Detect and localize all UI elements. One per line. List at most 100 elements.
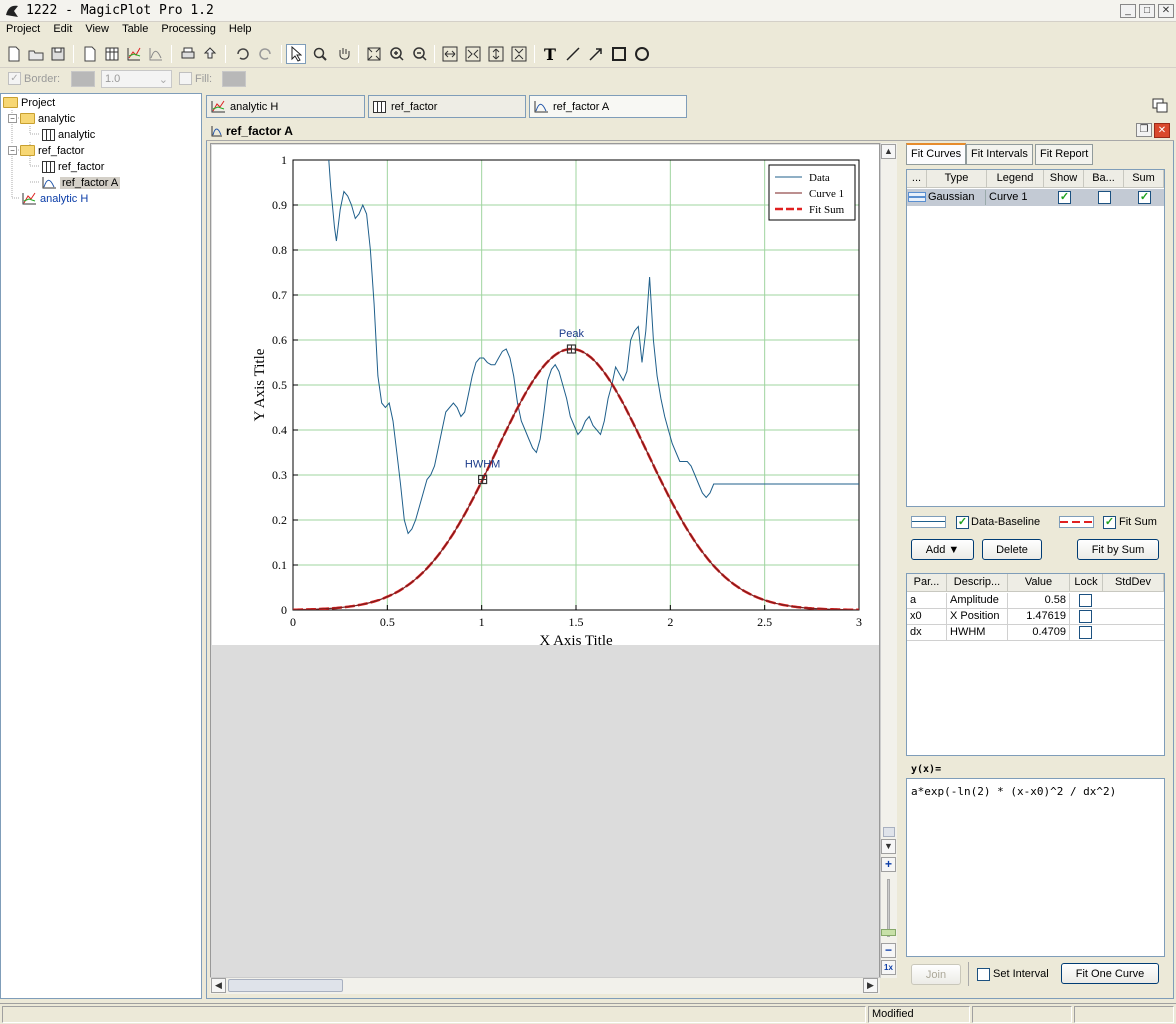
col-header-type[interactable]: Type bbox=[927, 170, 987, 188]
new-document-icon[interactable] bbox=[80, 44, 100, 64]
scroll-thumb[interactable] bbox=[883, 827, 895, 837]
curve-sum-checkbox[interactable]: ✓ bbox=[1138, 191, 1151, 204]
tree-item-analytic-h[interactable]: analytic H bbox=[22, 191, 88, 206]
tree-item-ref-factor-folder[interactable]: − ref_factor bbox=[8, 143, 84, 158]
vertical-scrollbar[interactable]: ▲ ▼ + − 1x bbox=[880, 143, 897, 978]
pointer-tool-icon[interactable] bbox=[286, 44, 306, 64]
border-width-select[interactable]: 1.0 ⌄ bbox=[101, 70, 172, 88]
param-value[interactable]: 0.58 bbox=[1008, 593, 1070, 608]
param-col-header-name[interactable]: Par... bbox=[907, 574, 947, 592]
param-col-header-description[interactable]: Descrip... bbox=[947, 574, 1008, 592]
tree-item-analytic-folder[interactable]: − analytic bbox=[8, 111, 75, 126]
print-icon[interactable] bbox=[178, 44, 198, 64]
menu-edit[interactable]: Edit bbox=[49, 22, 76, 36]
tree-root-project[interactable]: Project bbox=[3, 95, 55, 110]
tree-item-ref-factor-a[interactable]: ref_factor A bbox=[42, 175, 121, 190]
fit-sum-swatch[interactable] bbox=[1059, 516, 1094, 528]
zoom-slider-thumb[interactable] bbox=[881, 929, 896, 936]
delete-curve-button[interactable]: Delete bbox=[982, 539, 1042, 560]
new-fit-plot-icon[interactable] bbox=[146, 44, 166, 64]
expand-vertical-icon[interactable] bbox=[486, 44, 506, 64]
rectangle-tool-icon[interactable] bbox=[609, 44, 629, 64]
pan-hand-icon[interactable] bbox=[334, 44, 354, 64]
fit-chart[interactable]: 0 0.5 1 1.5 2 2.5 3 0 0.1 0.2 0.3 0.4 0.5 0.6 0.7 0.8 0.… bbox=[212, 145, 879, 645]
curve-row[interactable]: Gaussian Curve 1 ✓ ✓ bbox=[907, 189, 1164, 206]
param-lock-checkbox[interactable] bbox=[1079, 626, 1092, 639]
data-baseline-checkbox[interactable]: ✓ bbox=[956, 516, 969, 529]
tab-fit-report[interactable]: Fit Report bbox=[1035, 144, 1094, 165]
formula-editor[interactable]: a*exp(-ln(2) * (x-x0)^2 / dx^2) bbox=[906, 778, 1165, 957]
doc-tab-analytic-h[interactable]: analytic H bbox=[206, 95, 365, 118]
arrow-tool-icon[interactable] bbox=[586, 44, 606, 64]
scroll-left-icon[interactable]: ◀ bbox=[211, 978, 226, 993]
param-row[interactable]: dx HWHM 0.4709 bbox=[907, 625, 1164, 641]
scroll-up-icon[interactable]: ▲ bbox=[881, 144, 896, 159]
collapse-icon[interactable]: − bbox=[8, 146, 17, 155]
restore-inner-button[interactable]: ❐ bbox=[1136, 123, 1152, 137]
border-checkbox[interactable]: ✓ bbox=[8, 72, 21, 85]
menu-project[interactable]: Project bbox=[2, 22, 44, 36]
save-icon[interactable] bbox=[48, 44, 68, 64]
redo-icon[interactable] bbox=[256, 44, 276, 64]
tree-item-ref-factor-table[interactable]: ref_factor bbox=[42, 159, 104, 174]
text-tool-icon[interactable]: T bbox=[540, 44, 560, 64]
close-button[interactable]: ✕ bbox=[1158, 4, 1174, 18]
new-project-icon[interactable] bbox=[4, 44, 24, 64]
tree-item-analytic-table[interactable]: analytic bbox=[42, 127, 95, 142]
collapse-icon[interactable]: − bbox=[8, 114, 17, 123]
menu-view[interactable]: View bbox=[81, 22, 113, 36]
shrink-vertical-icon[interactable] bbox=[509, 44, 529, 64]
col-header[interactable]: ... bbox=[907, 170, 927, 188]
col-header-baseline[interactable]: Ba... bbox=[1084, 170, 1124, 188]
window-list-icon[interactable] bbox=[1152, 98, 1169, 114]
expand-horizontal-icon[interactable] bbox=[440, 44, 460, 64]
maximize-button[interactable]: □ bbox=[1139, 4, 1155, 18]
open-icon[interactable] bbox=[26, 44, 46, 64]
menu-processing[interactable]: Processing bbox=[157, 22, 219, 36]
zoom-out-icon[interactable] bbox=[410, 44, 430, 64]
param-col-header-lock[interactable]: Lock bbox=[1070, 574, 1103, 592]
param-value[interactable]: 1.47619 bbox=[1008, 609, 1070, 624]
join-button[interactable]: Join bbox=[911, 964, 961, 985]
menu-help[interactable]: Help bbox=[225, 22, 256, 36]
scroll-down-icon[interactable]: ▼ bbox=[881, 839, 896, 854]
param-row[interactable]: x0 X Position 1.47619 bbox=[907, 609, 1164, 625]
export-icon[interactable] bbox=[200, 44, 220, 64]
param-value[interactable]: 0.4709 bbox=[1008, 625, 1070, 640]
fit-by-sum-button[interactable]: Fit by Sum bbox=[1077, 539, 1159, 560]
menu-table[interactable]: Table bbox=[118, 22, 152, 36]
hscroll-thumb[interactable] bbox=[228, 979, 343, 992]
new-plot-icon[interactable] bbox=[124, 44, 144, 64]
doc-tab-ref-factor-a[interactable]: ref_factor A bbox=[529, 95, 687, 118]
new-table-icon[interactable] bbox=[102, 44, 122, 64]
col-header-legend[interactable]: Legend bbox=[987, 170, 1044, 188]
set-interval-checkbox[interactable] bbox=[977, 968, 990, 981]
line-tool-icon[interactable] bbox=[563, 44, 583, 64]
tab-fit-intervals[interactable]: Fit Intervals bbox=[966, 144, 1033, 165]
fit-one-curve-button[interactable]: Fit One Curve bbox=[1061, 963, 1159, 984]
param-row[interactable]: a Amplitude 0.58 bbox=[907, 593, 1164, 609]
doc-tab-ref-factor[interactable]: ref_factor bbox=[368, 95, 526, 118]
zoom-in-plus-icon[interactable]: + bbox=[881, 857, 896, 872]
col-header-sum[interactable]: Sum bbox=[1124, 170, 1164, 188]
curve-show-checkbox[interactable]: ✓ bbox=[1058, 191, 1071, 204]
scroll-right-icon[interactable]: ▶ bbox=[863, 978, 878, 993]
param-col-header-stddev[interactable]: StdDev bbox=[1103, 574, 1164, 592]
shrink-horizontal-icon[interactable] bbox=[463, 44, 483, 64]
param-col-header-value[interactable]: Value bbox=[1008, 574, 1070, 592]
zoom-1x-icon[interactable]: 1x bbox=[881, 960, 896, 975]
param-lock-checkbox[interactable] bbox=[1079, 610, 1092, 623]
zoom-region-icon[interactable] bbox=[310, 44, 330, 64]
fill-color-swatch[interactable] bbox=[222, 71, 246, 87]
zoom-in-icon[interactable] bbox=[387, 44, 407, 64]
horizontal-scrollbar[interactable]: ◀ ▶ bbox=[210, 977, 880, 994]
undo-icon[interactable] bbox=[232, 44, 252, 64]
minimize-button[interactable]: _ bbox=[1120, 4, 1136, 18]
border-color-swatch[interactable] bbox=[71, 71, 95, 87]
ellipse-tool-icon[interactable] bbox=[632, 44, 652, 64]
col-header-show[interactable]: Show bbox=[1044, 170, 1084, 188]
data-baseline-swatch[interactable] bbox=[911, 516, 946, 528]
close-inner-button[interactable]: ✕ bbox=[1154, 123, 1170, 138]
zoom-fit-icon[interactable] bbox=[364, 44, 384, 64]
param-lock-checkbox[interactable] bbox=[1079, 594, 1092, 607]
